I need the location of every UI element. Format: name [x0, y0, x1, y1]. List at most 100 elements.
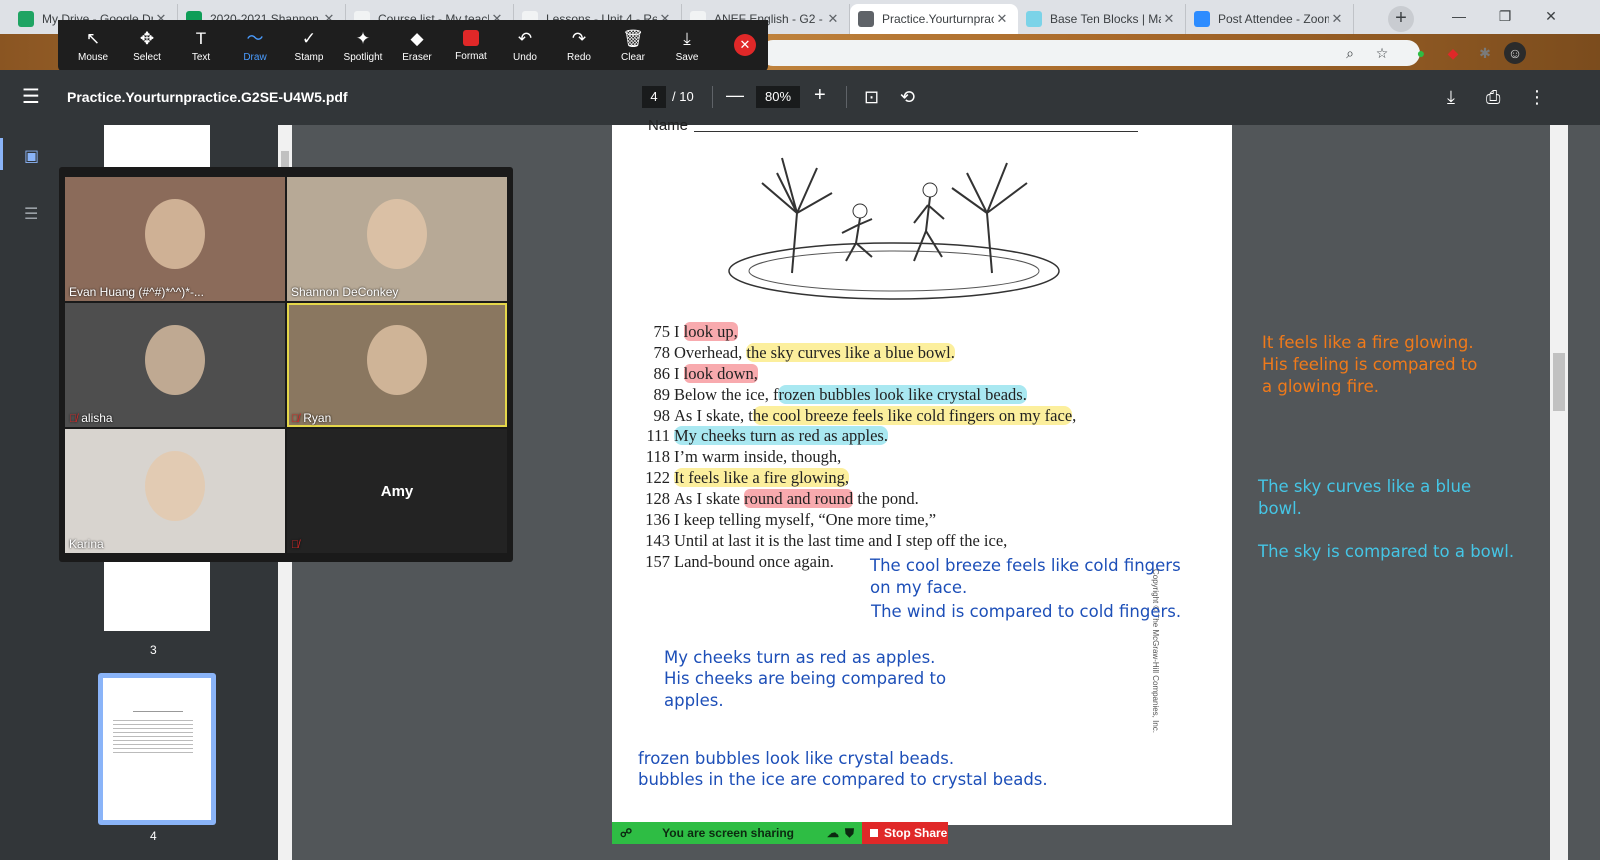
tab-close-icon[interactable]: ✕ — [1329, 11, 1345, 27]
line-text: I keep telling myself, “One more time,” — [674, 510, 936, 531]
text-segment: Below the ice, f — [674, 384, 779, 404]
close-annotate-icon[interactable]: ✕ — [734, 34, 756, 56]
cloud-icon: ☁ — [826, 826, 839, 840]
name-line — [694, 131, 1138, 132]
minimize-button[interactable]: — — [1436, 0, 1482, 34]
word-count-number: 78 — [653, 342, 671, 362]
zoom-out-icon[interactable]: — — [726, 85, 744, 106]
extension-icon[interactable]: ● — [1410, 42, 1432, 64]
poem-line: 98 As I skate, the cool breeze feels like… — [634, 405, 1194, 427]
participant-tile[interactable]: Karina — [65, 429, 285, 553]
line-text: Until at last it is the last time and I … — [674, 531, 1007, 552]
print-icon[interactable]: ⎙ — [1486, 86, 1500, 108]
close-window-button[interactable]: ✕ — [1528, 0, 1574, 34]
participant-tile[interactable]: 🎙̸ alisha — [65, 303, 285, 427]
address-bar[interactable] — [760, 40, 1420, 66]
page-scrollbar[interactable] — [1550, 125, 1568, 860]
tab-close-icon[interactable]: ✕ — [825, 11, 841, 27]
bookmark-star-icon[interactable]: ☆ — [1371, 42, 1393, 64]
drag-handle-icon[interactable]: ☍ — [620, 826, 632, 840]
poem-line: 89 Below the ice, frozen bubbles look lik… — [634, 384, 1194, 406]
download-icon[interactable]: ⤓ — [1447, 86, 1455, 108]
browser-tab[interactable]: Post Attendee - Zoom ✕ — [1186, 4, 1354, 34]
word-count-number: 118 — [645, 447, 670, 467]
scrollbar-thumb[interactable] — [1553, 353, 1565, 411]
new-tab-button[interactable]: + — [1388, 6, 1414, 32]
annotation-fire-line-2: His feeling is compared to — [1262, 355, 1478, 374]
puzzle-extensions-icon[interactable]: ✱ — [1474, 42, 1496, 64]
participant-name: Shannon DeConkey — [291, 285, 398, 299]
word-count-number: 122 — [645, 468, 670, 488]
eraser-tool[interactable]: ◆ Eraser — [390, 20, 444, 72]
word-count-number: 136 — [645, 510, 670, 530]
mouse-icon: ↖ — [85, 29, 101, 48]
save-tool[interactable]: ⤓ Save — [660, 20, 714, 72]
active-indicator — [0, 138, 3, 170]
text-segment: Overhead, — [674, 342, 747, 362]
participant-tile[interactable]: Amy 🎙̸ — [287, 429, 507, 553]
rotate-icon[interactable]: ⟲ — [900, 86, 915, 108]
select-tool[interactable]: ✥ Select — [120, 20, 174, 72]
participant-name-text: Karina — [69, 537, 104, 551]
outline-icon[interactable]: ☰ — [24, 204, 38, 224]
tab-favicon-icon — [858, 11, 874, 27]
line-text: As I skate, the cool breeze feels like c… — [674, 405, 1076, 427]
format-tool[interactable]: Format — [444, 20, 498, 72]
text-segment: As I skate, t — [674, 405, 753, 425]
fit-page-icon[interactable]: ⊡ — [864, 86, 879, 108]
thumbnail-label: 4 — [150, 829, 157, 843]
participant-video — [145, 199, 205, 269]
zoom-level-input[interactable]: 80% — [756, 86, 800, 108]
redo-tool[interactable]: ↷ Redo — [552, 20, 606, 72]
participant-name: 🎙̸ Ryan — [291, 411, 331, 425]
page-number-input[interactable]: 4 — [642, 86, 666, 108]
participant-tile[interactable]: Evan Huang (#^#)*^^)*-... — [65, 177, 285, 301]
tab-close-icon[interactable]: ✕ — [994, 11, 1010, 27]
tab-close-icon[interactable]: ✕ — [1161, 11, 1177, 27]
line-text: Below the ice, frozen bubbles look like … — [674, 384, 1027, 406]
share-status-text: You are screen sharing — [662, 826, 794, 840]
text-segment: I keep telling myself, “One more time,” — [674, 510, 937, 530]
highlighted-phrase: the sky curves like a blue bowl. — [746, 342, 955, 362]
ublock-icon[interactable]: ◆ — [1442, 42, 1464, 64]
annotation-bubbles-line-1: frozen bubbles look like crystal beads. — [638, 749, 955, 768]
thumbnail-page-4[interactable] — [103, 678, 211, 820]
more-options-icon[interactable]: ⋮ — [1528, 86, 1546, 108]
mouse-tool[interactable]: ↖ Mouse — [66, 20, 120, 72]
stamp-tool[interactable]: ✓ Stamp — [282, 20, 336, 72]
tool-label: Draw — [243, 52, 267, 63]
participant-name-text: alisha — [81, 411, 113, 425]
skating-illustration — [728, 157, 1060, 300]
annotation-breeze-line-3: The wind is compared to cold fingers. — [871, 602, 1182, 621]
poem-line: 122 It feels like a fire glowing, — [634, 468, 1194, 489]
zoom-gallery-view[interactable]: Evan Huang (#^#)*^^)*-... Shannon DeConke… — [59, 167, 513, 562]
tool-label: Stamp — [294, 52, 324, 63]
stop-share-button[interactable]: Stop Share — [862, 822, 948, 844]
thumbnails-icon[interactable]: ▣ — [24, 146, 39, 166]
browser-tab[interactable]: Practice.Yourturnpractice✕ — [850, 4, 1018, 34]
undo-tool[interactable]: ↶ Undo — [498, 20, 552, 72]
text-segment: I’m warm inside, though, — [674, 447, 842, 467]
participant-tile[interactable]: Shannon DeConkey — [287, 177, 507, 301]
text-tool[interactable]: T Text — [174, 20, 228, 72]
zoom-icon[interactable]: ⌕ — [1339, 42, 1361, 64]
tool-label: Format — [455, 51, 487, 62]
stop-share-label: Stop Share — [884, 826, 948, 840]
line-text: My cheeks turn as red as apples. — [674, 426, 888, 447]
annotation-sky-line-3: The sky is compared to a bowl. — [1258, 542, 1515, 561]
participant-tile[interactable]: 🎙̸ Ryan — [287, 303, 507, 427]
word-count-number: 98 — [653, 405, 671, 425]
zoom-in-icon[interactable]: + — [814, 84, 826, 107]
maximize-button[interactable]: ❐ — [1482, 0, 1528, 34]
muted-mic-icon: 🎙̸ — [69, 413, 78, 425]
clear-tool[interactable]: 🗑 Clear — [606, 20, 660, 72]
poem-line: 78 Overhead, the sky curves like a blue b… — [634, 342, 1194, 364]
profile-avatar[interactable]: ☺ — [1504, 42, 1526, 64]
browser-tab[interactable]: Base Ten Blocks | Math Learning Center✕ — [1018, 4, 1186, 34]
word-count-number: 75 — [653, 322, 671, 341]
select-icon: ✥ — [139, 29, 155, 48]
menu-icon[interactable]: ☰ — [22, 87, 40, 107]
spotlight-tool[interactable]: ✦ Spotlight — [336, 20, 390, 72]
highlighted-phrase: he cool breeze feels like cold fingers o… — [752, 405, 1073, 425]
draw-tool[interactable]: 〜 Draw — [228, 20, 282, 72]
